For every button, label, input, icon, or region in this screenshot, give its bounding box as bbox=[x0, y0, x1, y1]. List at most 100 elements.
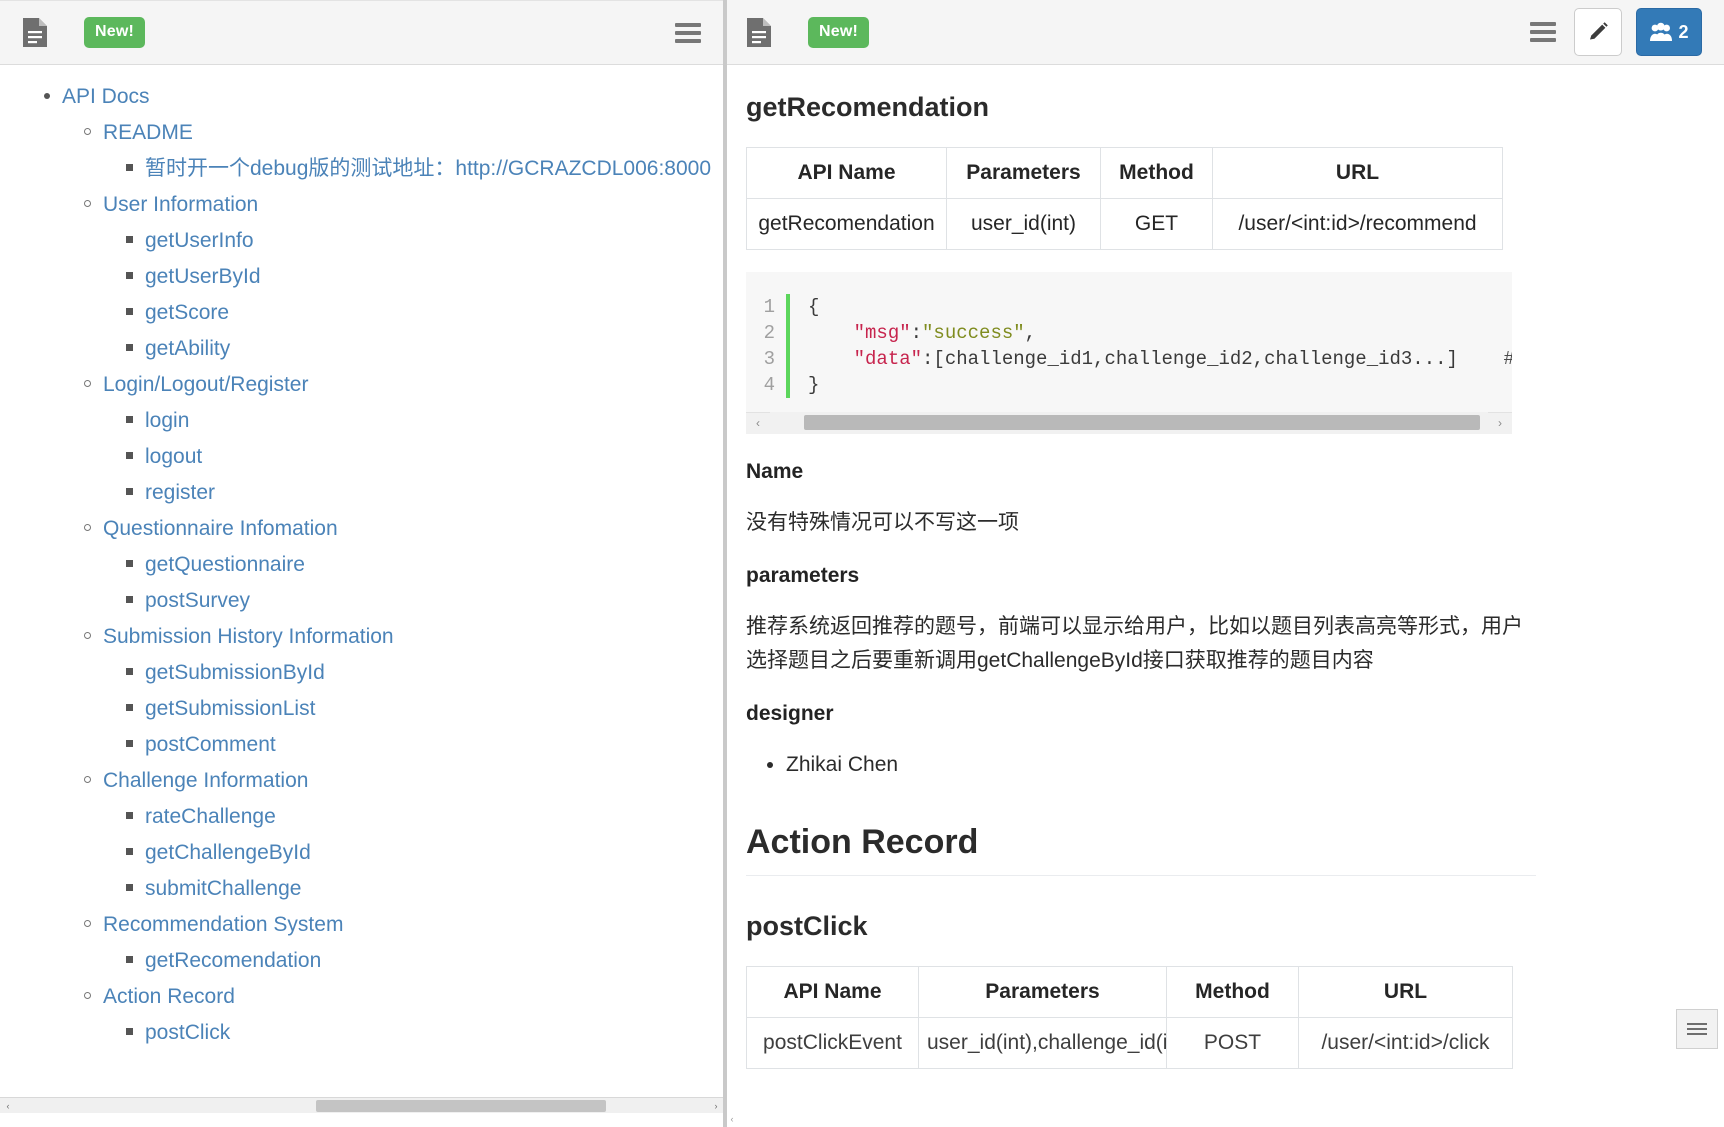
scrollbar-track[interactable] bbox=[16, 1098, 708, 1114]
postclick-table-wrap: API Name Parameters Method URL postClick… bbox=[746, 965, 1536, 1069]
bullet-square-icon bbox=[126, 704, 133, 711]
outline-item-getsubmissionbyid[interactable]: getSubmissionById bbox=[0, 655, 723, 691]
outline-section-label: Questionnaire Infomation bbox=[103, 517, 338, 540]
pane-divider[interactable] bbox=[724, 0, 727, 1127]
scroll-right-arrow-icon[interactable]: › bbox=[708, 1098, 723, 1114]
code-scrollbar-track[interactable] bbox=[770, 412, 1488, 434]
outline-item-getscore[interactable]: getScore bbox=[0, 295, 723, 331]
left-toolbar: New! bbox=[0, 0, 723, 65]
outline-section-row[interactable]: Questionnaire Infomation bbox=[0, 511, 723, 547]
new-badge-left[interactable]: New! bbox=[84, 17, 146, 48]
bullet-circle-icon bbox=[84, 920, 91, 927]
code-lines: 1{2 "msg":"success", 3 "data":[challenge_… bbox=[746, 272, 1512, 412]
outline-item-list: login logout register bbox=[0, 403, 723, 511]
outline-section-row[interactable]: README bbox=[0, 115, 723, 151]
outline-item-debug-http-gcrazcdl006-8000[interactable]: 暂时开一个debug版的测试地址：http://GCRAZCDL006:8000 bbox=[0, 151, 723, 187]
outline-section-row[interactable]: User Information bbox=[0, 187, 723, 223]
outline-root-list: API Docs README 暂时开一个debug版的测试地址：http://G… bbox=[0, 79, 723, 1051]
outline-item-label: getSubmissionList bbox=[145, 697, 316, 720]
outline-item-label: logout bbox=[145, 445, 203, 468]
outline-item-ratechallenge[interactable]: rateChallenge bbox=[0, 799, 723, 835]
right-toolbar: New! 2 bbox=[724, 0, 1724, 65]
outline-item-getuserinfo[interactable]: getUserInfo bbox=[0, 223, 723, 259]
code-gutter-bar bbox=[786, 293, 790, 320]
cell-parameters: user_id(int),challenge_id(int) bbox=[918, 1016, 1167, 1069]
code-line: 1{ bbox=[746, 293, 1512, 320]
cell-method: GET bbox=[1100, 197, 1213, 250]
outline-item-list: getQuestionnaire postSurvey bbox=[0, 547, 723, 619]
code-line-text: } bbox=[808, 372, 1512, 398]
outline-horizontal-scrollbar[interactable]: ‹ › bbox=[0, 1097, 723, 1113]
bullet-square-icon bbox=[126, 236, 133, 243]
code-token-pun: : bbox=[910, 321, 923, 344]
outline-item-postclick[interactable]: postClick bbox=[0, 1015, 723, 1051]
outline-item-submitchallenge[interactable]: submitChallenge bbox=[0, 871, 723, 907]
outline-section: User Information getUserInfo getUserById ge… bbox=[0, 187, 723, 367]
outline-leaf: getChallengeById bbox=[0, 835, 723, 871]
outline-item-getchallengebyid[interactable]: getChallengeById bbox=[0, 835, 723, 871]
bullet-disc-icon bbox=[44, 93, 50, 99]
outline-item-list: getRecomendation bbox=[0, 943, 723, 979]
code-line-number: 2 bbox=[763, 321, 775, 344]
bullet-square-icon bbox=[126, 344, 133, 351]
code-token-pun: } bbox=[808, 373, 820, 396]
bullet-square-icon bbox=[126, 308, 133, 315]
column-header-method: Method bbox=[1166, 965, 1299, 1018]
outline-item-postcomment[interactable]: postComment bbox=[0, 727, 723, 763]
outline-item-getquestionnaire[interactable]: getQuestionnaire bbox=[0, 547, 723, 583]
outline-leaf: logout bbox=[0, 439, 723, 475]
outline-section-row[interactable]: Submission History Information bbox=[0, 619, 723, 655]
heading-getrecomendation: getRecomendation bbox=[746, 92, 990, 122]
outline-item-register[interactable]: register bbox=[0, 475, 723, 511]
outline-item-label: getUserInfo bbox=[145, 229, 254, 252]
outline-leaf: getUserInfo bbox=[0, 223, 723, 259]
scrollbar-thumb[interactable] bbox=[316, 1099, 606, 1112]
outline-item-label: getChallengeById bbox=[145, 841, 311, 864]
hamburger-menu-icon-right[interactable] bbox=[1530, 22, 1556, 42]
outline-leaf: rateChallenge bbox=[0, 799, 723, 835]
outline-item-getability[interactable]: getAbility bbox=[0, 331, 723, 367]
outline-leaf: postSurvey bbox=[0, 583, 723, 619]
outline-section-row[interactable]: Challenge Information bbox=[0, 763, 723, 799]
outline-section-row[interactable]: Recommendation System bbox=[0, 907, 723, 943]
code-line-text: { bbox=[808, 294, 1512, 320]
outline-section-label: Submission History Information bbox=[103, 625, 394, 648]
table-drag-handle[interactable] bbox=[1676, 1009, 1718, 1049]
outline-item-logout[interactable]: logout bbox=[0, 439, 723, 475]
edit-pencil-button[interactable] bbox=[1574, 8, 1622, 56]
outline-item-api-docs[interactable]: API Docs bbox=[0, 79, 723, 115]
response-code-block[interactable]: 1{2 "msg":"success", 3 "data":[challenge_… bbox=[746, 271, 1512, 434]
code-horizontal-scrollbar[interactable]: ‹ › bbox=[746, 411, 1512, 434]
outline-item-label: login bbox=[145, 409, 190, 432]
outline-item-login[interactable]: login bbox=[0, 403, 723, 439]
outline-item-label: postSurvey bbox=[145, 589, 251, 612]
column-header-api-name: API Name bbox=[746, 965, 919, 1018]
outline-leaf: getUserById bbox=[0, 259, 723, 295]
outline-item-label: getQuestionnaire bbox=[145, 553, 305, 576]
code-scrollbar-thumb[interactable] bbox=[804, 415, 1480, 431]
outline-item-label: rateChallenge bbox=[145, 805, 276, 828]
outline-section-row[interactable]: Action Record bbox=[0, 979, 723, 1015]
code-scroll-left-arrow-icon[interactable]: ‹ bbox=[746, 412, 770, 434]
outline-item-postsurvey[interactable]: postSurvey bbox=[0, 583, 723, 619]
outline-leaf: getRecomendation bbox=[0, 943, 723, 979]
code-line: 2 "msg":"success", bbox=[746, 319, 1512, 346]
markdown-preview[interactable]: getRecomendation API Name Parameters Met… bbox=[724, 65, 1724, 1127]
bullet-square-icon bbox=[126, 1028, 133, 1035]
new-badge-right[interactable]: New! bbox=[808, 16, 870, 48]
document-icon[interactable] bbox=[22, 17, 48, 48]
outline-item-getrecomendation[interactable]: getRecomendation bbox=[0, 943, 723, 979]
document-icon-right[interactable] bbox=[746, 17, 772, 48]
outline-tree[interactable]: API Docs README 暂时开一个debug版的测试地址：http://G… bbox=[0, 65, 723, 1113]
bullet-circle-icon bbox=[84, 128, 91, 135]
collaborators-button[interactable]: 2 bbox=[1636, 8, 1702, 56]
table-row: getRecomendation user_id(int) GET /user/… bbox=[746, 197, 1503, 250]
outline-item-getsubmissionlist[interactable]: getSubmissionList bbox=[0, 691, 723, 727]
hamburger-menu-icon-left[interactable] bbox=[675, 22, 701, 43]
outline-section-row[interactable]: Login/Logout/Register bbox=[0, 367, 723, 403]
table-header-row: API Name Parameters Method URL bbox=[746, 146, 1503, 199]
scroll-left-arrow-icon[interactable]: ‹ bbox=[0, 1098, 16, 1114]
code-scroll-right-arrow-icon[interactable]: › bbox=[1488, 412, 1512, 434]
outline-section: Recommendation System getRecomendation bbox=[0, 907, 723, 979]
outline-item-getuserbyid[interactable]: getUserById bbox=[0, 259, 723, 295]
